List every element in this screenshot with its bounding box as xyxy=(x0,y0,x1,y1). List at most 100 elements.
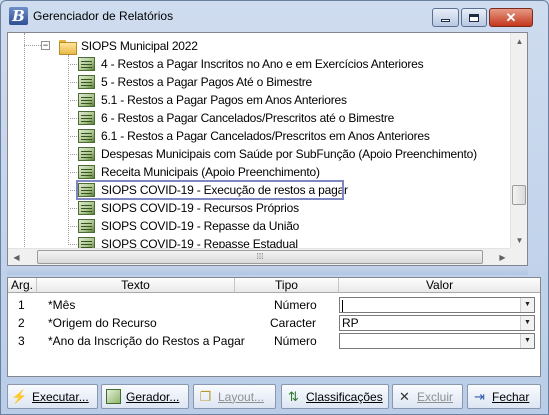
minimize-button[interactable] xyxy=(432,8,459,27)
tree-guide-line xyxy=(68,154,77,155)
panel-splitter[interactable] xyxy=(7,267,528,275)
scroll-down-icon[interactable]: ▼ xyxy=(511,232,527,249)
chevron-down-icon[interactable]: ▼ xyxy=(520,316,534,330)
texto-cell: *Mês xyxy=(48,298,76,312)
tree-item[interactable]: Despesas Municipais com Saúde por SubFun… xyxy=(78,145,477,163)
report-icon xyxy=(78,129,95,143)
tree-guide-line xyxy=(68,118,77,119)
scroll-left-icon[interactable]: ◀ xyxy=(8,249,25,265)
gerador-label: Gerador... xyxy=(126,389,180,404)
tree-item-label: 5.1 - Restos a Pagar Pagos em Anos Anter… xyxy=(101,93,347,107)
minimize-icon xyxy=(441,19,450,22)
report-manager-window: B Gerenciador de Relatórios ✕ − SIOPS Mu… xyxy=(0,0,549,415)
tree-item[interactable]: Receita Municipais (Apoio Preenchimento) xyxy=(78,163,320,181)
tree-guide-line xyxy=(68,100,77,101)
lightning-icon: ⚡ xyxy=(11,388,28,404)
tree-guide-line xyxy=(68,55,69,245)
report-tree[interactable]: − SIOPS Municipal 2022 4 - Restos a Paga… xyxy=(7,32,528,266)
column-header-tipo[interactable]: Tipo xyxy=(235,278,339,293)
tree-item[interactable]: 5.1 - Restos a Pagar Pagos em Anos Anter… xyxy=(78,91,347,109)
layout-icon: ❐ xyxy=(199,388,212,404)
title-bar[interactable]: B Gerenciador de Relatórios ✕ xyxy=(1,1,548,31)
report-icon xyxy=(78,93,95,107)
tree-item-label: 4 - Restos a Pagar Inscritos no Ano e em… xyxy=(101,57,424,71)
scroll-right-icon[interactable]: ▶ xyxy=(494,249,511,265)
chevron-down-icon[interactable]: ▼ xyxy=(520,298,534,312)
delete-x-icon: ✕ xyxy=(399,388,410,404)
tree-item-label: SIOPS COVID-19 - Repasse da União xyxy=(101,219,300,233)
tree-item[interactable]: 4 - Restos a Pagar Inscritos no Ano e em… xyxy=(78,55,424,73)
tree-group-siops-2022[interactable]: SIOPS Municipal 2022 xyxy=(59,37,198,55)
folder-icon xyxy=(59,39,77,55)
tree-item[interactable]: 6.1 - Restos a Pagar Cancelados/Prescrit… xyxy=(78,127,430,145)
valor-value: RP xyxy=(342,316,359,330)
fechar-button[interactable]: ⇥ Fechar xyxy=(467,384,541,409)
table-row[interactable]: 1 *Mês Número ▼ xyxy=(8,296,540,314)
close-button[interactable]: ✕ xyxy=(489,8,533,27)
app-icon: B xyxy=(9,7,28,25)
chevron-down-icon[interactable]: ▼ xyxy=(520,334,534,348)
layout-label: Layout... xyxy=(218,389,265,404)
bottom-toolbar: ⚡ Executar... Gerador... ❐ Layout... ⇅ C… xyxy=(7,382,541,410)
arg-cell: 2 xyxy=(18,316,25,330)
tree-group-label: SIOPS Municipal 2022 xyxy=(81,39,198,53)
excluir-button[interactable]: ✕ Excluir xyxy=(392,384,463,409)
window-title: Gerenciador de Relatórios xyxy=(33,9,174,23)
horizontal-scroll-thumb[interactable]: ⁞⁞⁞ xyxy=(37,250,483,264)
tree-item[interactable]: 5 - Restos a Pagar Pagos Até o Bimestre xyxy=(78,73,312,91)
valor-dropdown-ano[interactable]: ▼ xyxy=(339,333,535,349)
tree-guide-line xyxy=(68,244,77,245)
classificacoes-label: Classificações xyxy=(306,389,383,404)
column-header-texto[interactable]: Texto xyxy=(37,278,235,293)
column-header-arg[interactable]: Arg. xyxy=(8,278,37,293)
arg-cell: 3 xyxy=(18,334,25,348)
tree-item-label: 6 - Restos a Pagar Cancelados/Prescritos… xyxy=(101,111,395,125)
arguments-grid: Arg. Texto Tipo Valor 1 *Mês Número ▼ 2 … xyxy=(7,277,541,377)
report-icon xyxy=(78,75,95,89)
maximize-button[interactable] xyxy=(461,8,487,27)
excluir-label: Excluir xyxy=(417,389,454,404)
maximize-icon xyxy=(469,13,479,22)
column-header-valor[interactable]: Valor xyxy=(339,278,540,293)
tree-guide-line xyxy=(24,45,41,46)
executar-button[interactable]: ⚡ Executar... xyxy=(7,384,98,409)
sort-icon: ⇅ xyxy=(288,388,299,404)
tree-guide-line xyxy=(68,226,77,227)
layout-button[interactable]: ❐ Layout... xyxy=(193,384,276,409)
tipo-cell: Número xyxy=(274,334,317,348)
exit-door-icon: ⇥ xyxy=(474,388,485,404)
tree-item-label: Receita Municipais (Apoio Preenchimento) xyxy=(101,165,320,179)
close-icon: ✕ xyxy=(505,10,517,25)
report-icon xyxy=(78,219,95,233)
vertical-scroll-thumb[interactable] xyxy=(512,185,526,205)
tree-guide-line xyxy=(68,82,77,83)
collapse-expander[interactable]: − xyxy=(41,41,50,50)
scroll-corner xyxy=(510,248,527,265)
valor-dropdown-mes[interactable]: ▼ xyxy=(339,297,535,313)
classificacoes-button[interactable]: ⇅ Classificações xyxy=(281,384,389,409)
tree-item[interactable]: 6 - Restos a Pagar Cancelados/Prescritos… xyxy=(78,109,394,127)
table-row[interactable]: 3 *Ano da Inscrição do Restos a Pagar Nú… xyxy=(8,332,540,350)
report-generator-icon xyxy=(106,389,121,404)
report-icon xyxy=(78,147,95,161)
tree-horizontal-scrollbar[interactable]: ◀ ⁞⁞⁞ ▶ xyxy=(8,248,511,265)
scroll-up-icon[interactable]: ▲ xyxy=(511,33,527,50)
tree-guide-line xyxy=(68,136,77,137)
table-row[interactable]: 2 *Origem do Recurso Caracter RP ▼ xyxy=(8,314,540,332)
fechar-label: Fechar xyxy=(492,389,530,404)
gerador-button[interactable]: Gerador... xyxy=(101,384,189,409)
executar-label: Executar... xyxy=(32,389,89,404)
tree-vertical-scrollbar[interactable]: ▲ ▼ xyxy=(510,33,527,249)
tree-guide-line xyxy=(68,172,77,173)
tipo-cell: Caracter xyxy=(270,316,317,330)
tree-item-label: 6.1 - Restos a Pagar Cancelados/Prescrit… xyxy=(101,129,430,143)
texto-cell: *Origem do Recurso xyxy=(48,316,157,330)
report-icon xyxy=(78,111,95,125)
tree-item[interactable]: SIOPS COVID-19 - Repasse da União xyxy=(78,217,299,235)
tree-item-label: 5 - Restos a Pagar Pagos Até o Bimestre xyxy=(101,75,312,89)
tree-guide-line xyxy=(68,64,77,65)
tree-guide-line xyxy=(68,208,77,209)
tree-item[interactable]: SIOPS COVID-19 - Recursos Próprios xyxy=(78,199,299,217)
tree-item-label: SIOPS COVID-19 - Recursos Próprios xyxy=(101,201,299,215)
valor-dropdown-origem[interactable]: RP ▼ xyxy=(339,315,535,331)
